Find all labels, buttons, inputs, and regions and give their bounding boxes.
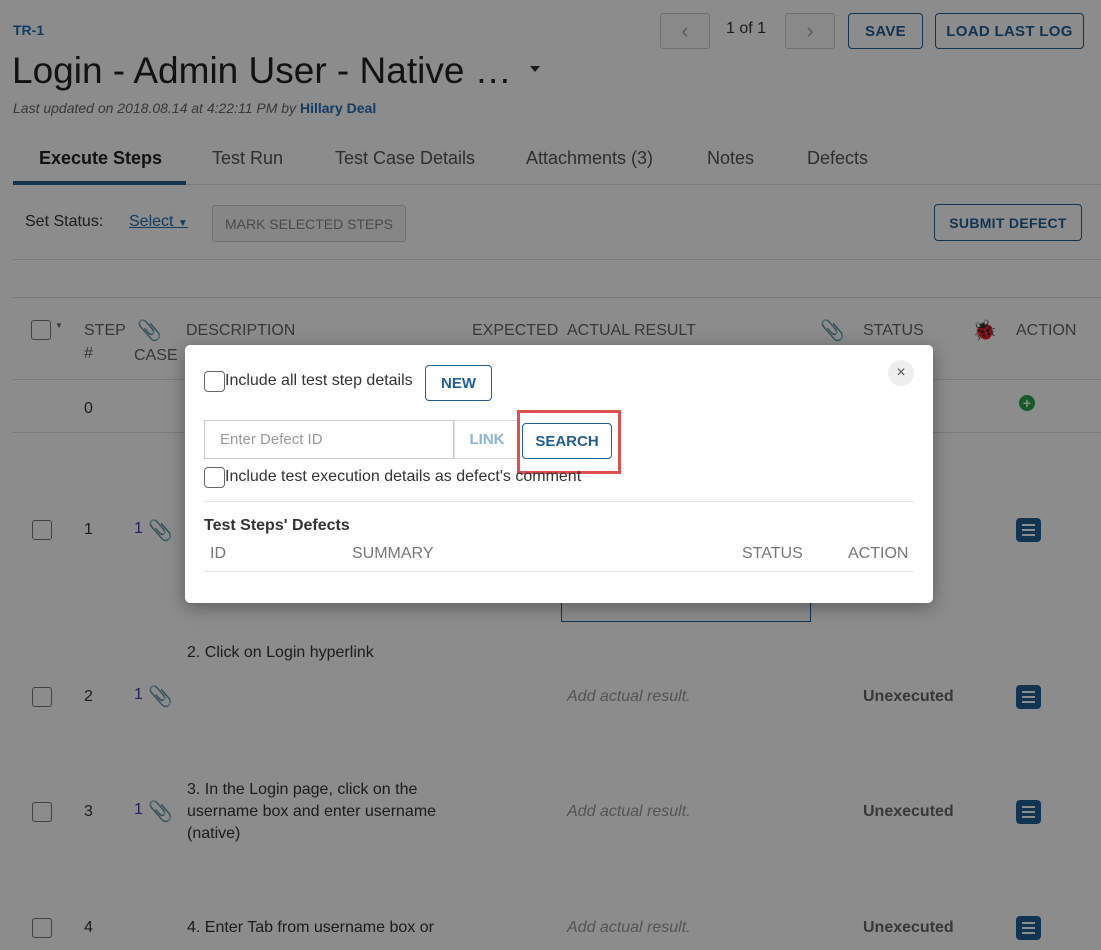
defects-column-action: ACTION — [848, 545, 909, 562]
modal-divider — [204, 501, 914, 502]
defect-id-input[interactable] — [204, 420, 454, 459]
link-defect-button[interactable]: LINK — [454, 420, 520, 459]
include-all-steps-label[interactable]: Include all test step details — [225, 372, 413, 390]
defects-table-divider — [204, 571, 914, 572]
defects-column-id: ID — [210, 545, 226, 562]
test-steps-defects-heading: Test Steps' Defects — [204, 517, 350, 534]
close-icon[interactable]: × — [888, 360, 914, 386]
include-execution-details-checkbox[interactable] — [204, 467, 225, 488]
submit-defect-dialog: Include all test step details NEW × LINK… — [185, 345, 933, 603]
defects-column-status: STATUS — [742, 545, 803, 562]
defects-column-summary: SUMMARY — [352, 545, 434, 562]
new-defect-button[interactable]: NEW — [425, 365, 492, 401]
include-execution-details-label[interactable]: Include test execution details as defect… — [225, 468, 581, 486]
search-highlight-box — [517, 410, 621, 474]
include-all-steps-checkbox[interactable] — [204, 371, 225, 392]
